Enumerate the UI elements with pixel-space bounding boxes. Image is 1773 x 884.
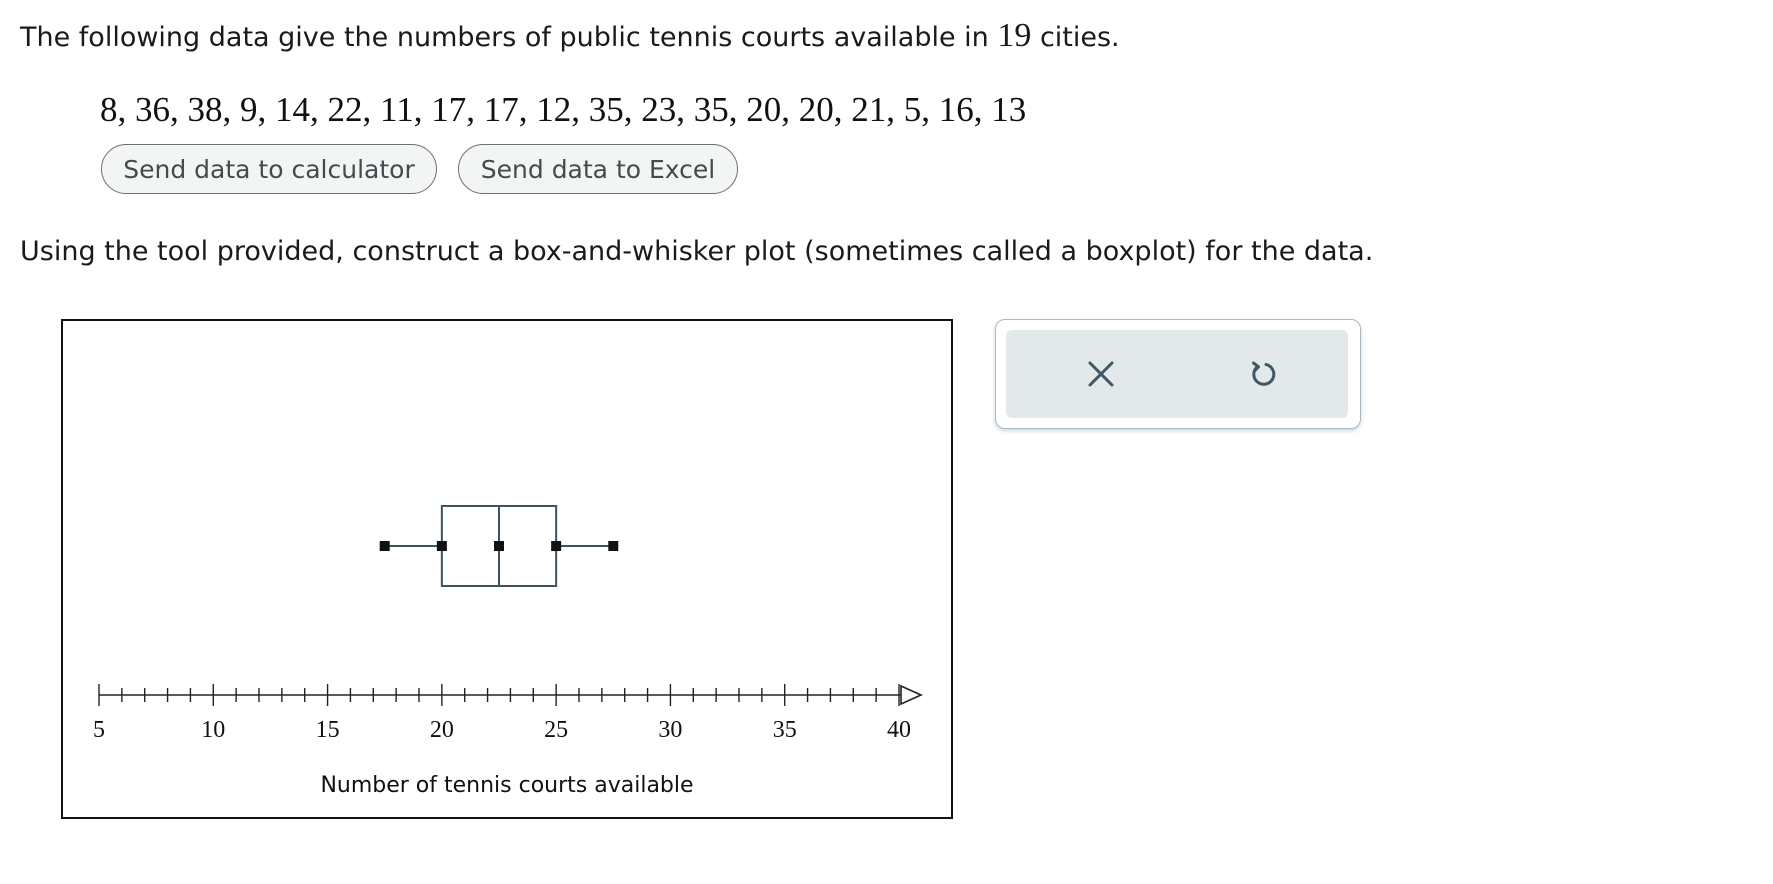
send-to-calculator-button[interactable]: Send data to calculator xyxy=(101,144,437,194)
reset-button[interactable] xyxy=(1241,352,1285,396)
tick-label: 10 xyxy=(201,717,225,743)
intro-text: The following data give the numbers of p… xyxy=(20,14,1120,60)
tick-label: 40 xyxy=(887,717,911,743)
tick-label: 20 xyxy=(430,717,454,743)
q3-handle[interactable] xyxy=(551,541,562,551)
number-line: 5 10 15 20 25 30 35 40 xyxy=(93,684,923,743)
q1-handle[interactable] xyxy=(436,541,447,551)
tick-label: 25 xyxy=(544,717,568,743)
send-to-excel-button[interactable]: Send data to Excel xyxy=(458,144,738,194)
clear-button[interactable] xyxy=(1079,352,1123,396)
intro-text-after: cities. xyxy=(1031,22,1120,53)
tick-label: 15 xyxy=(316,717,340,743)
data-values: 8, 36, 38, 9, 14, 22, 11, 17, 17, 12, 35… xyxy=(100,90,1027,129)
max-handle[interactable] xyxy=(608,541,619,551)
boxplot-tool-area[interactable]: 5 10 15 20 25 30 35 40 Number of tennis courts … xyxy=(61,319,953,819)
tool-panel-inner xyxy=(1006,330,1348,418)
min-handle[interactable] xyxy=(379,541,390,551)
axis-arrow xyxy=(900,684,923,706)
instruction-text: Using the tool provided, construct a box… xyxy=(20,236,1374,267)
tool-panel xyxy=(995,319,1361,429)
box-and-whisker[interactable] xyxy=(379,505,619,587)
boxplot-chart[interactable]: 5 10 15 20 25 30 35 40 Number of tennis courts … xyxy=(63,321,951,817)
close-icon xyxy=(1088,361,1114,387)
intro-text-before: The following data give the numbers of p… xyxy=(20,22,998,53)
tick-label: 30 xyxy=(658,717,682,743)
city-count: 19 xyxy=(997,17,1032,54)
median-handle[interactable] xyxy=(494,541,504,551)
x-axis-label: Number of tennis courts available xyxy=(320,773,693,798)
tick-label: 35 xyxy=(773,717,797,743)
undo-icon xyxy=(1252,361,1276,386)
tick-label: 5 xyxy=(93,717,105,743)
